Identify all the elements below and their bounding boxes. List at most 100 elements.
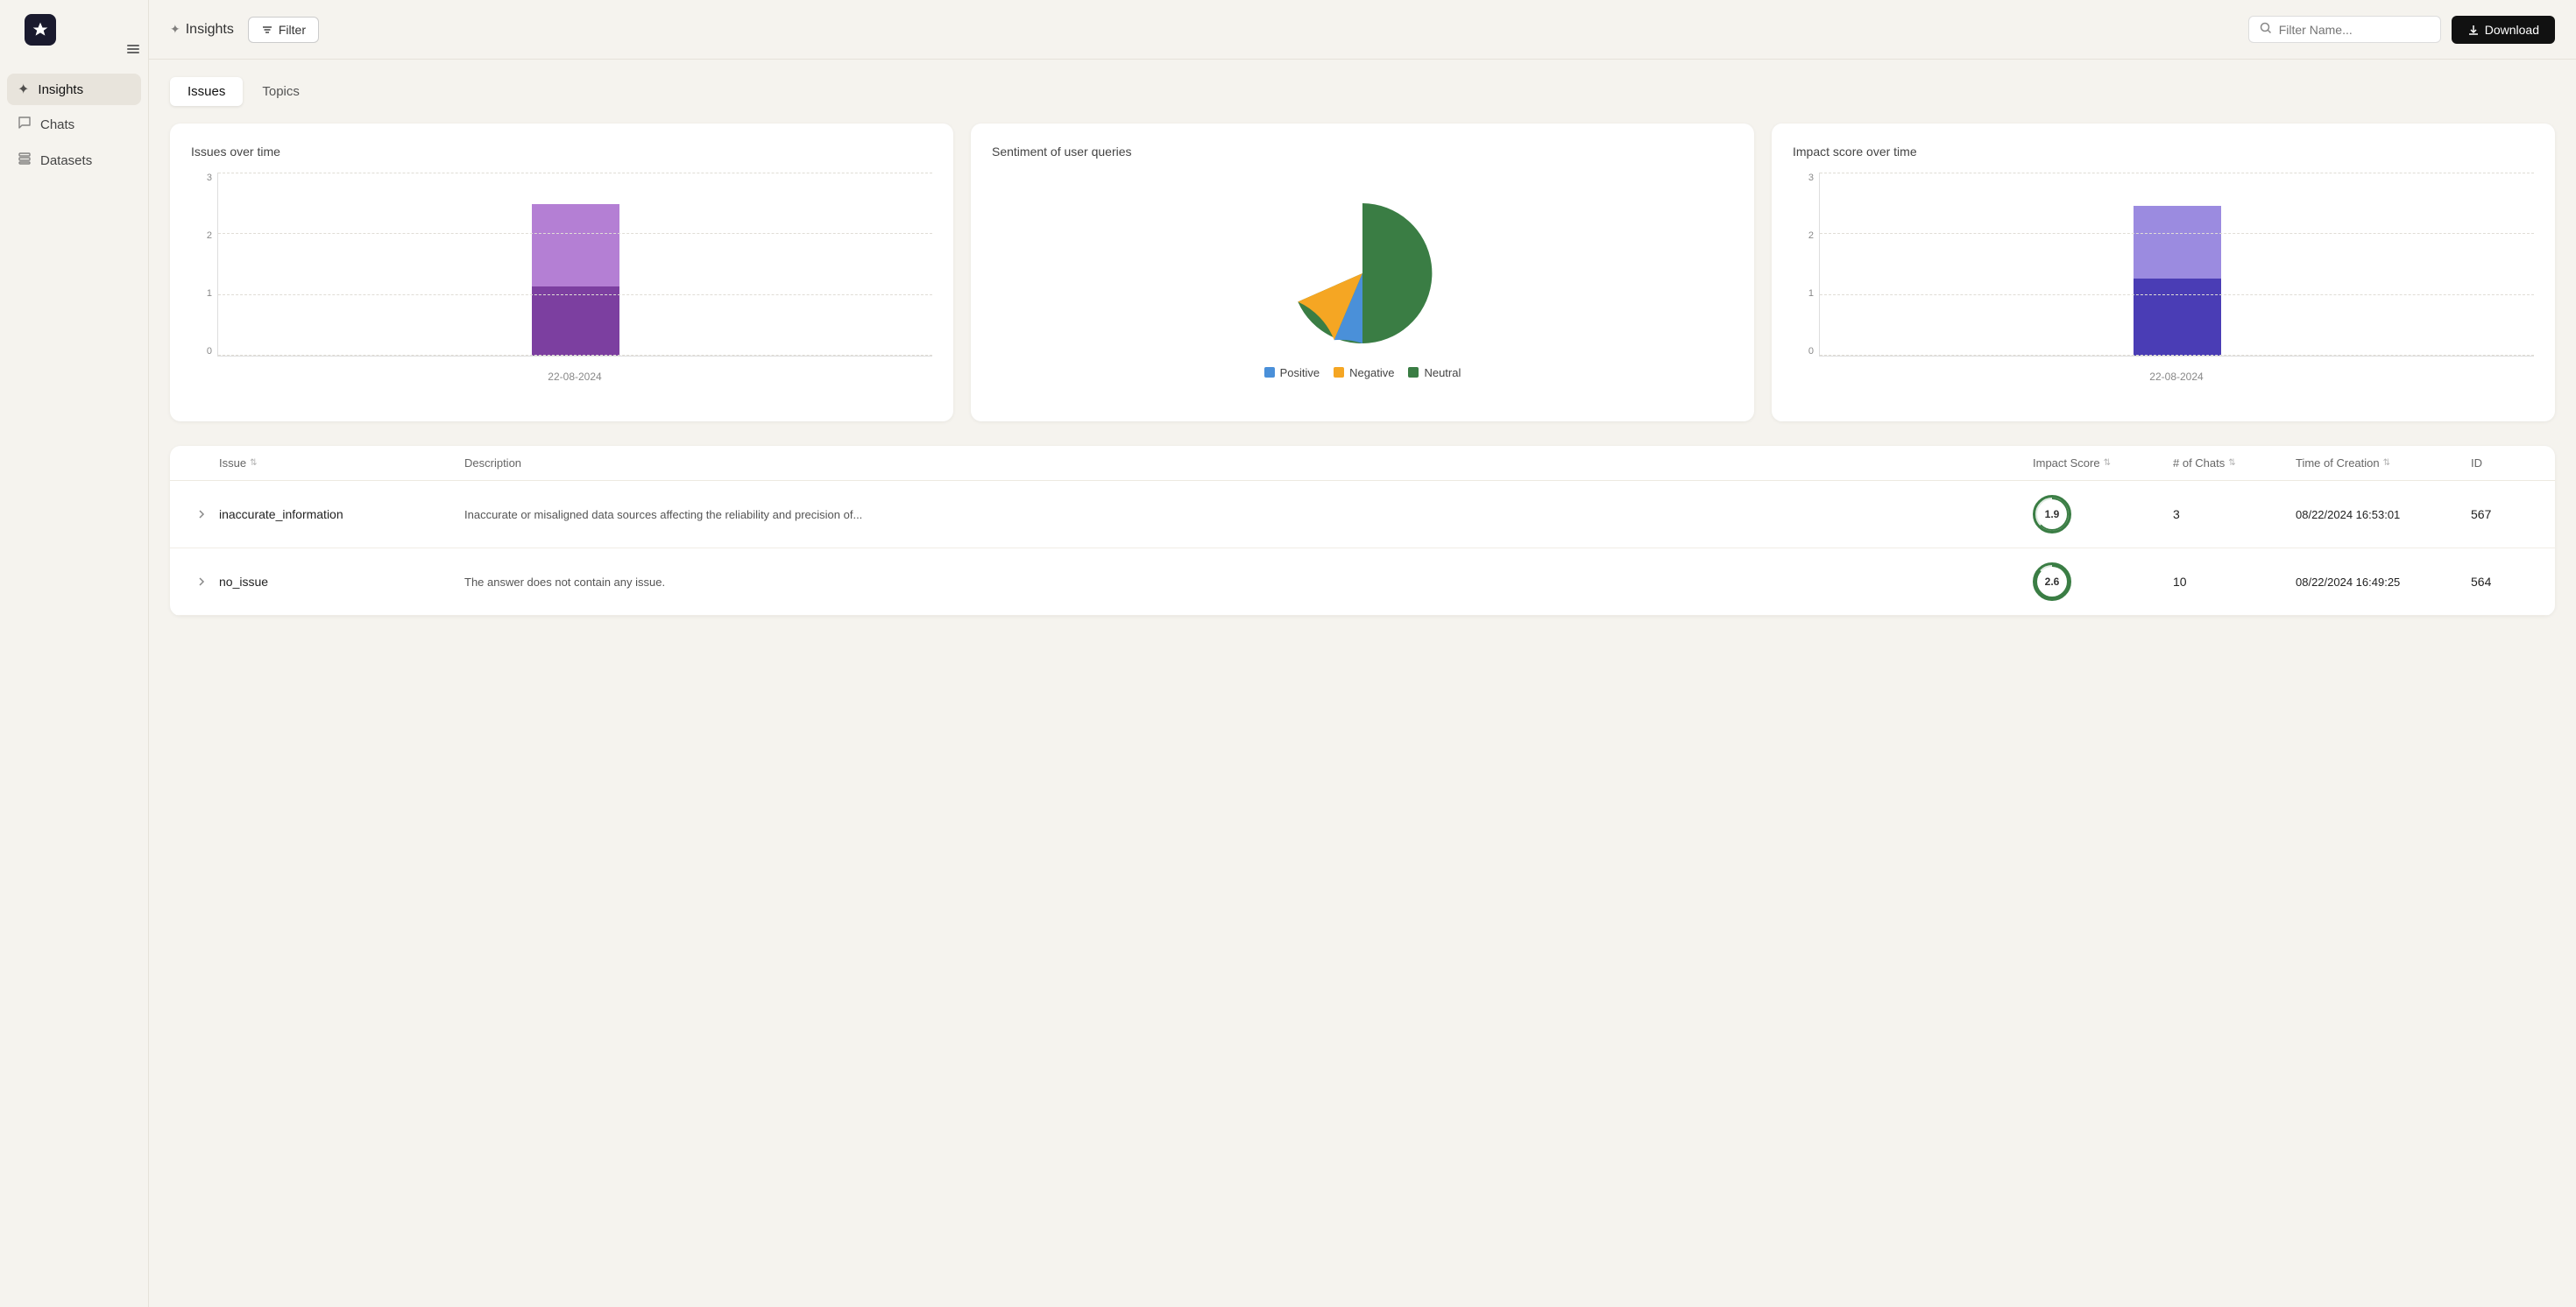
col-header-chats[interactable]: # of Chats ⇅ [2173,456,2296,470]
app-logo [25,14,56,46]
table-row: inaccurate_information Inaccurate or mis… [170,481,2555,548]
neutral-dot [1408,367,1419,378]
pie-wrap: Positive Negative Neutral [992,173,1733,400]
download-icon [2467,24,2480,36]
positive-dot [1264,367,1275,378]
row-id-1: 567 [2471,507,2541,521]
impact-badge-2: 2.6 [2033,562,2071,601]
y-label-2: 2 [191,230,212,241]
positive-label: Positive [1280,366,1320,379]
impact-x-label: 22-08-2024 [1819,371,2534,383]
filter-name-input[interactable] [2279,23,2430,37]
issues-over-time-card: Issues over time 3 2 1 0 [170,124,953,421]
row-description-2: The answer does not contain any issue. [464,576,2033,589]
impact-bar-top [2134,206,2221,279]
tab-topics[interactable]: Topics [244,77,317,106]
impact-bar-stack [2134,173,2221,356]
datasets-icon [18,152,32,170]
impact-y-axis: 3 2 1 0 [1793,173,1814,357]
row-description-1: Inaccurate or misaligned data sources af… [464,508,2033,521]
search-icon [2260,22,2272,37]
sort-icon-issue: ⇅ [250,458,257,468]
row-expand-1[interactable] [184,508,219,520]
impact-bar-area [1819,173,2534,357]
sort-icon-time: ⇅ [2383,458,2390,468]
chats-icon [18,116,32,134]
sentiment-card: Sentiment of user queries [971,124,1754,421]
sort-icon-chats: ⇅ [2228,458,2235,468]
x-axis-label: 22-08-2024 [217,371,932,383]
issue-col-label: Issue [219,456,246,470]
y-label-3: 3 [191,173,212,183]
sidebar-toggle-button[interactable] [123,39,144,60]
row-time-1: 08/22/2024 16:53:01 [2296,508,2471,521]
chats-col-label: # of Chats [2173,456,2225,470]
impact-col-label: Impact Score [2033,456,2100,470]
sidebar-item-chats[interactable]: Chats [7,109,141,141]
header-left: ✦ Insights Filter [170,17,319,43]
negative-dot [1334,367,1344,378]
impact-score-card: Impact score over time 3 2 1 0 [1772,124,2555,421]
y-axis-labels: 3 2 1 0 [191,173,212,357]
negative-label: Negative [1349,366,1394,379]
legend-negative: Negative [1334,366,1394,379]
download-button[interactable]: Download [2452,16,2555,44]
sidebar-item-insights[interactable]: ✦ Insights [7,74,141,105]
row-expand-2[interactable] [184,576,219,588]
impact-score-value-1: 1.9 [2037,499,2067,529]
row-chats-2: 10 [2173,575,2296,589]
issues-table: Issue ⇅ Description Impact Score ⇅ # of … [170,446,2555,616]
table-header: Issue ⇅ Description Impact Score ⇅ # of … [170,446,2555,481]
col-header-impact[interactable]: Impact Score ⇅ [2033,456,2173,470]
pie-chart [1284,194,1441,352]
row-impact-2: 2.6 [2033,562,2173,601]
insights-breadcrumb-icon: ✦ [170,22,180,37]
row-impact-1: 1.9 [2033,495,2173,533]
impact-score-value-2: 2.6 [2037,567,2067,597]
charts-row: Issues over time 3 2 1 0 [170,124,2555,421]
bar-segment-top [532,204,619,286]
main-content: ✦ Insights Filter [149,0,2576,1307]
time-col-label: Time of Creation [2296,456,2380,470]
tab-issues[interactable]: Issues [170,77,243,106]
row-time-2: 08/22/2024 16:49:25 [2296,576,2471,589]
filter-button[interactable]: Filter [248,17,319,43]
legend-neutral: Neutral [1408,366,1461,379]
col-header-description: Description [464,456,2033,470]
bar-chart-area [217,173,932,357]
col-header-time[interactable]: Time of Creation ⇅ [2296,456,2471,470]
download-label: Download [2485,23,2539,37]
search-box [2248,16,2441,43]
chevron-right-icon [195,508,208,520]
page-title-text: Insights [186,22,234,38]
bar-stack [532,173,619,356]
row-issue-name-1: inaccurate_information [219,507,464,521]
y-label-1: 1 [191,288,212,299]
col-header-id: ID [2471,456,2541,470]
row-id-2: 564 [2471,575,2541,589]
header: ✦ Insights Filter [149,0,2576,60]
filter-icon [261,24,273,36]
sidebar-item-label: Insights [38,82,83,97]
sidebar: ✦ Insights Chats Datasets [0,0,149,1307]
impact-bar-bottom [2134,279,2221,356]
sidebar-item-datasets[interactable]: Datasets [7,145,141,177]
content-area: Issues Topics Issues over time 3 2 1 0 [149,60,2576,1307]
tabs-row: Issues Topics [170,77,2555,106]
sidebar-item-label: Datasets [40,153,92,168]
insights-icon: ✦ [18,81,29,98]
bar-segment-bottom [532,286,619,356]
header-right: Download [2248,16,2555,44]
pie-legend: Positive Negative Neutral [1264,366,1461,379]
chevron-right-icon [195,576,208,588]
issues-over-time-title: Issues over time [191,145,932,159]
table-row: no_issue The answer does not contain any… [170,548,2555,616]
col-header-issue[interactable]: Issue ⇅ [219,456,464,470]
row-issue-name-2: no_issue [219,575,464,589]
y-label-0: 0 [191,346,212,357]
row-chats-1: 3 [2173,507,2296,521]
neutral-label: Neutral [1424,366,1461,379]
filter-label: Filter [279,23,306,37]
page-title: ✦ Insights [170,22,234,38]
logo-icon [32,21,49,39]
